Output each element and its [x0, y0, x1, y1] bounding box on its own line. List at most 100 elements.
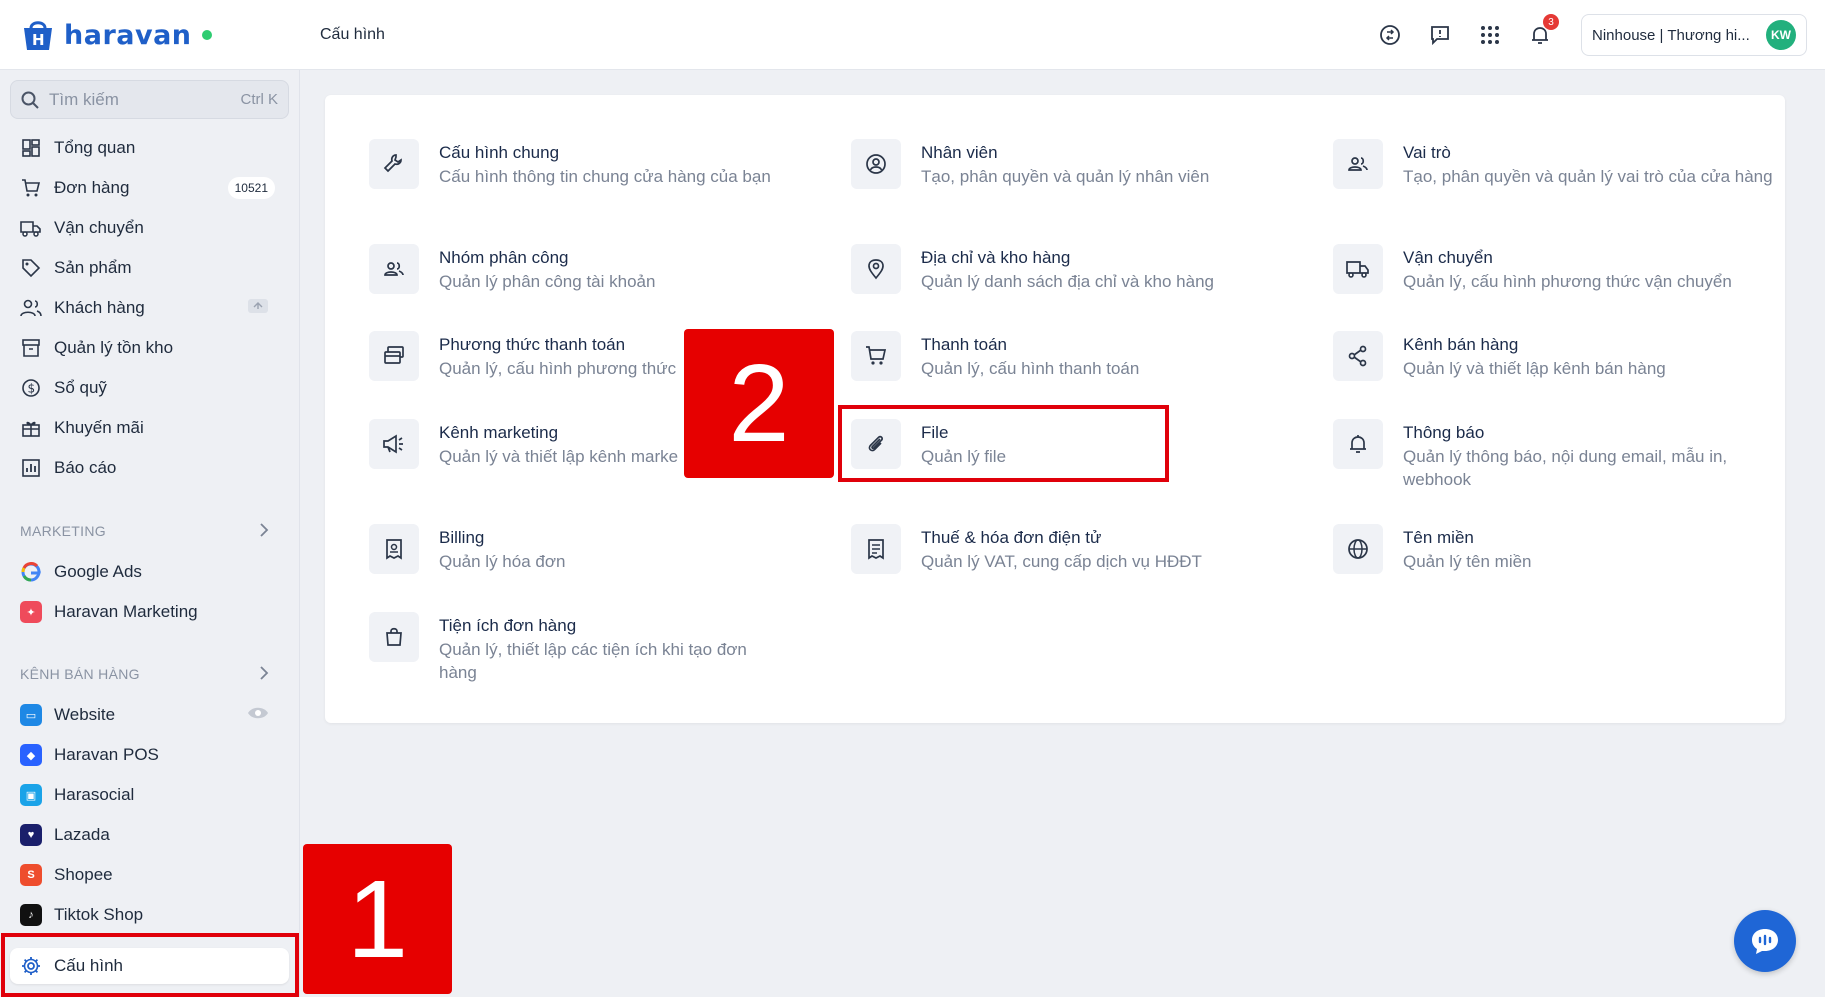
cart-icon [20, 177, 42, 199]
sidebar: Ctrl K Tổng quan Đơn hàng 10521 Vận chuy… [0, 70, 300, 997]
dashboard-icon [20, 137, 42, 159]
notification-badge: 3 [1543, 14, 1559, 30]
highlight-settings-nav [1, 933, 299, 997]
setting-assignment-groups[interactable]: Nhóm phân công Quản lý phân công tài khoả… [369, 244, 809, 294]
sidebar-item-products[interactable]: Sản phẩm [10, 250, 289, 286]
gift-icon [20, 417, 42, 439]
setting-description: Quản lý thông báo, nội dung email, mẫu i… [1403, 447, 1728, 489]
sidebar-item-label: Harasocial [54, 785, 135, 804]
setting-general[interactable]: Cấu hình chung Cấu hình thông tin chung c… [369, 139, 809, 189]
feedback-icon[interactable] [1423, 18, 1457, 52]
sidebar-item-label: Lazada [54, 825, 110, 844]
setting-billing[interactable]: Billing Quản lý hóa đơn [369, 524, 809, 574]
sidebar-item-google-ads[interactable]: Google Ads [10, 554, 289, 590]
sidebar-item-label: Shopee [54, 865, 113, 884]
haravan-marketing-icon: ✦ [20, 601, 42, 623]
setting-description: Quản lý phân công tài khoản [439, 272, 656, 291]
setting-title: Kênh bán hàng [1403, 335, 1519, 354]
sidebar-item-label: Haravan Marketing [54, 602, 198, 621]
sidebar-item-harasocial[interactable]: ▣ Harasocial [10, 777, 289, 813]
channels-section-label: KÊNH BÁN HÀNG [20, 666, 140, 682]
setting-tax-einvoice[interactable]: Thuế & hóa đơn điện tử Quản lý VAT, cung … [851, 524, 1291, 574]
sidebar-item-label: Báo cáo [54, 458, 117, 477]
harasocial-icon: ▣ [20, 784, 42, 806]
setting-sales-channels[interactable]: Kênh bán hàng Quản lý và thiết lập kênh b… [1333, 331, 1773, 381]
sidebar-item-overview[interactable]: Tổng quan [10, 130, 289, 166]
bell-icon[interactable]: 3 [1523, 14, 1559, 52]
invoice-icon [851, 524, 901, 574]
setting-order-utilities[interactable]: Tiện ích đơn hàng Quản lý, thiết lập các … [369, 612, 809, 684]
setting-description: Quản lý tên miền [1403, 552, 1532, 571]
tiktok-icon: ♪ [20, 904, 42, 926]
sidebar-item-haravan-marketing[interactable]: ✦ Haravan Marketing [10, 594, 289, 630]
chevron-right-icon[interactable] [259, 522, 269, 543]
sidebar-item-shopee[interactable]: S Shopee [10, 857, 289, 893]
apps-grid-icon[interactable] [1473, 18, 1507, 52]
setting-description: Quản lý hóa đơn [439, 552, 566, 571]
setting-description: Quản lý, cấu hình phương thức [439, 359, 677, 378]
eye-icon[interactable] [247, 705, 269, 725]
setting-notifications[interactable]: Thông báo Quản lý thông báo, nội dung ema… [1333, 419, 1773, 491]
website-icon: ▭ [20, 704, 42, 726]
users-icon [20, 297, 42, 319]
dollar-circle-icon: $ [20, 377, 42, 399]
setting-description: Cấu hình thông tin chung cửa hàng của bạ… [439, 167, 771, 186]
store-switcher[interactable]: Ninhouse | Thương hi... KW [1581, 14, 1807, 56]
setting-description: Quản lý, cấu hình thanh toán [921, 359, 1140, 378]
search-box[interactable]: Ctrl K [10, 80, 289, 119]
sidebar-item-cashbook[interactable]: $ Sổ quỹ [10, 370, 289, 406]
globe-icon [1333, 524, 1383, 574]
sidebar-item-label: Sổ quỹ [54, 378, 107, 397]
sidebar-item-customers[interactable]: Khách hàng [10, 290, 289, 326]
sidebar-item-label: Tiktok Shop [54, 905, 144, 924]
setting-title: Nhóm phân công [439, 248, 569, 267]
svg-text:$: $ [28, 382, 36, 396]
shopping-bag-logo-icon: H [24, 21, 52, 50]
exchange-icon[interactable] [1373, 18, 1407, 52]
sidebar-item-lazada[interactable]: ♥ Lazada [10, 817, 289, 853]
setting-title: Tên miền [1403, 528, 1474, 547]
sidebar-item-reports[interactable]: Báo cáo [10, 450, 289, 486]
tag-icon [20, 257, 42, 279]
svg-text:H: H [32, 31, 45, 49]
setting-domains[interactable]: Tên miền Quản lý tên miền [1333, 524, 1773, 574]
truck-icon [20, 217, 42, 239]
haravan-logo[interactable]: H haravan [18, 16, 212, 54]
sidebar-item-inventory[interactable]: Quản lý tồn kho [10, 330, 289, 366]
wrench-icon [369, 139, 419, 189]
location-pin-icon [851, 244, 901, 294]
setting-title: Thuế & hóa đơn điện tử [921, 528, 1102, 547]
setting-description: Quản lý, thiết lập các tiện ích khi tạo … [439, 640, 747, 682]
sidebar-item-haravan-pos[interactable]: ◆ Haravan POS [10, 737, 289, 773]
sidebar-item-promotions[interactable]: Khuyến mãi [10, 410, 289, 446]
setting-title: Tiện ích đơn hàng [439, 616, 577, 635]
setting-title: Thanh toán [921, 335, 1008, 354]
sidebar-item-website[interactable]: ▭ Website [10, 697, 289, 733]
sidebar-item-orders[interactable]: Đơn hàng 10521 [10, 170, 289, 206]
chat-support-button[interactable] [1734, 910, 1796, 972]
setting-roles[interactable]: Vai trò Tạo, phân quyền và quản lý vai tr… [1333, 139, 1773, 189]
orders-count-badge: 10521 [227, 177, 275, 199]
screen-share-icon[interactable] [247, 298, 269, 319]
search-icon [21, 91, 39, 109]
search-input[interactable] [49, 89, 219, 110]
google-icon [20, 561, 42, 583]
sidebar-item-label: Google Ads [54, 562, 142, 581]
setting-description: Quản lý danh sách địa chỉ và kho hàng [921, 272, 1214, 291]
sidebar-item-tiktok-shop[interactable]: ♪ Tiktok Shop [10, 897, 289, 933]
setting-title: Phương thức thanh toán [439, 335, 626, 354]
setting-addresses-warehouses[interactable]: Địa chỉ và kho hàng Quản lý danh sách địa… [851, 244, 1291, 294]
setting-staff[interactable]: Nhân viên Tạo, phân quyền và quản lý nhân… [851, 139, 1291, 189]
cards-icon [369, 331, 419, 381]
group-icon [369, 244, 419, 294]
chat-bubble-icon [1752, 929, 1778, 954]
receipt-icon [369, 524, 419, 574]
setting-checkout[interactable]: Thanh toán Quản lý, cấu hình thanh toán [851, 331, 1291, 381]
setting-title: Vai trò [1403, 143, 1451, 162]
setting-description: Quản lý và thiết lập kênh marke [439, 447, 679, 466]
setting-shipping[interactable]: Vận chuyển Quản lý, cấu hình phương thức … [1333, 244, 1773, 294]
chevron-right-icon[interactable] [259, 665, 269, 686]
chart-icon [20, 457, 42, 479]
sidebar-item-shipping[interactable]: Vận chuyển [10, 210, 289, 246]
top-bar: H haravan Cấu hình 3 Ninhouse | Thương h… [0, 0, 1825, 70]
